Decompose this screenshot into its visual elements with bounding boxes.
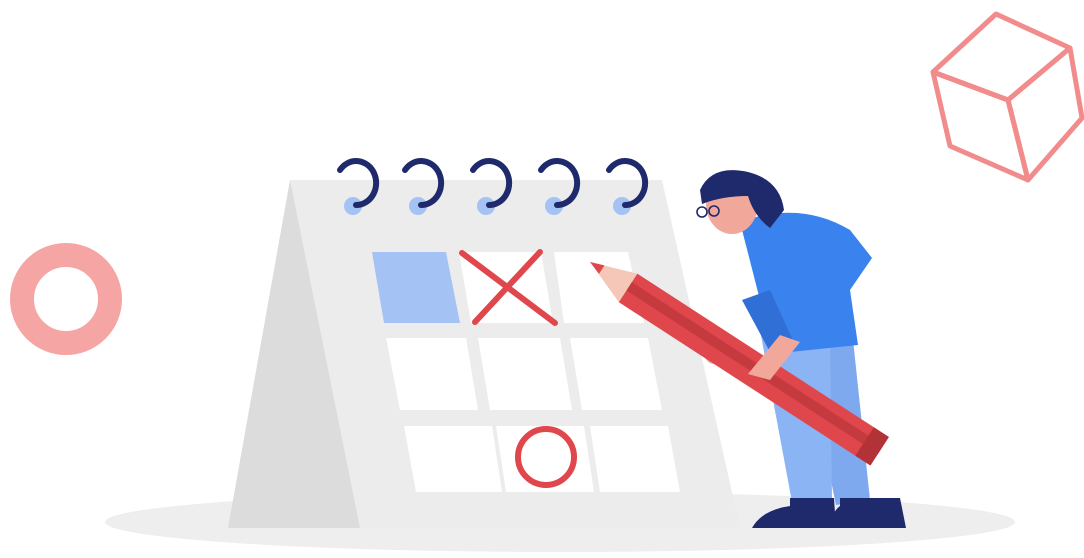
cube-icon [930,11,1084,183]
donut-icon [10,243,122,355]
calendar-planning-illustration [10,11,1084,552]
highlight-cell [372,252,460,323]
calendar-icon [228,158,740,528]
grid-cell [590,426,680,492]
grid-cell [478,338,572,410]
grid-cell [570,338,662,410]
grid-cell [386,338,478,410]
grid-cell [404,426,502,492]
